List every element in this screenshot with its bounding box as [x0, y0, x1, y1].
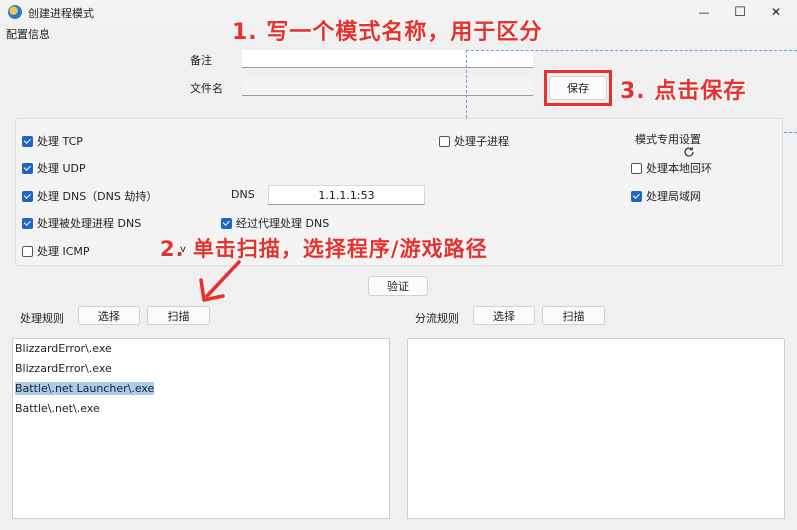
- checkbox-checked-icon: [22, 162, 33, 174]
- maximize-icon: ☐: [734, 4, 746, 20]
- checkbox-checked-icon: [221, 217, 232, 229]
- handle-process-dns-checkbox[interactable]: 处理被处理进程 DNS: [22, 215, 141, 231]
- refresh-icon[interactable]: [683, 146, 695, 158]
- dns-via-proxy-label: 经过代理处理 DNS: [236, 217, 330, 230]
- handle-dns-label: 处理 DNS（DNS 劫持）: [37, 190, 158, 203]
- maximize-button[interactable]: ☐: [722, 0, 758, 24]
- list-item-text: Battle\.net Launcher\.exe: [15, 382, 155, 395]
- checkbox-unchecked-icon: [439, 135, 450, 147]
- handle-lan-label: 处理局域网: [646, 190, 701, 203]
- handle-lan-checkbox[interactable]: 处理局域网: [631, 188, 701, 204]
- list-item-text: Battle\.net\.exe: [15, 402, 100, 415]
- list-item[interactable]: Battle\.net Launcher\.exe: [13, 379, 389, 399]
- rules-listbox[interactable]: BlizzardError\.exe BlizzardError\.exe Batt…: [12, 338, 390, 519]
- config-info-label: 配置信息: [6, 28, 50, 41]
- minimize-icon: —: [698, 5, 710, 19]
- handle-loopback-label: 处理本地回环: [646, 162, 712, 175]
- window-title: 创建进程模式: [28, 7, 94, 20]
- handle-tcp-label: 处理 TCP: [37, 135, 83, 148]
- list-item[interactable]: BlizzardError\.exe: [13, 339, 389, 359]
- handle-dns-checkbox[interactable]: 处理 DNS（DNS 劫持）: [22, 188, 157, 204]
- checkbox-checked-icon: [631, 190, 642, 202]
- app-icon: [8, 5, 22, 19]
- mode-specific-settings-label: 模式专用设置: [635, 133, 701, 146]
- list-item[interactable]: Battle\.net\.exe: [13, 399, 389, 419]
- handle-child-process-checkbox[interactable]: 处理子进程: [439, 133, 509, 149]
- handle-udp-label: 处理 UDP: [37, 162, 86, 175]
- list-item-text: BlizzardError\.exe: [15, 362, 112, 375]
- split-rules-select-button[interactable]: 选择: [473, 306, 535, 325]
- split-rules-listbox[interactable]: [407, 338, 785, 519]
- list-item-text: BlizzardError\.exe: [15, 342, 112, 355]
- handle-icmp-label: 处理 ICMP: [37, 245, 90, 258]
- filename-label: 文件名: [190, 82, 223, 95]
- dns-via-proxy-checkbox[interactable]: 经过代理处理 DNS: [221, 215, 329, 231]
- handle-tcp-checkbox[interactable]: 处理 TCP: [22, 133, 83, 149]
- rules-select-button[interactable]: 选择: [78, 306, 140, 325]
- dns-input[interactable]: 1.1.1.1:53: [268, 185, 425, 205]
- dns-label: DNS: [231, 188, 255, 201]
- close-icon: ✕: [770, 5, 782, 19]
- checkbox-unchecked-icon: [22, 245, 33, 257]
- handle-loopback-checkbox[interactable]: 处理本地回环: [631, 160, 712, 176]
- minimize-button[interactable]: —: [686, 0, 722, 24]
- save-button[interactable]: 保存: [549, 76, 607, 100]
- close-button[interactable]: ✕: [758, 0, 794, 24]
- handle-udp-checkbox[interactable]: 处理 UDP: [22, 160, 86, 176]
- handle-icmp-checkbox[interactable]: 处理 ICMP: [22, 243, 90, 259]
- handle-child-process-label: 处理子进程: [454, 135, 509, 148]
- handle-process-dns-label: 处理被处理进程 DNS: [37, 217, 142, 230]
- checkbox-checked-icon: [22, 217, 33, 229]
- validate-button[interactable]: 验证: [368, 276, 428, 296]
- rules-label: 处理规则: [20, 312, 64, 325]
- remark-label: 备注: [190, 54, 212, 67]
- annotation-step1: 1. 写一个模式名称，用于区分: [232, 20, 543, 45]
- checkbox-unchecked-icon: [631, 162, 642, 174]
- checkbox-checked-icon: [22, 190, 33, 202]
- split-rules-scan-button[interactable]: 扫描: [542, 306, 605, 325]
- rules-scan-button[interactable]: 扫描: [147, 306, 210, 325]
- checkbox-checked-icon: [22, 135, 33, 147]
- list-item[interactable]: BlizzardError\.exe: [13, 359, 389, 379]
- annotation-step3: 3. 点击保存: [620, 79, 747, 104]
- annotation-arrow-icon: [199, 260, 241, 302]
- split-rules-label: 分流规则: [415, 312, 459, 325]
